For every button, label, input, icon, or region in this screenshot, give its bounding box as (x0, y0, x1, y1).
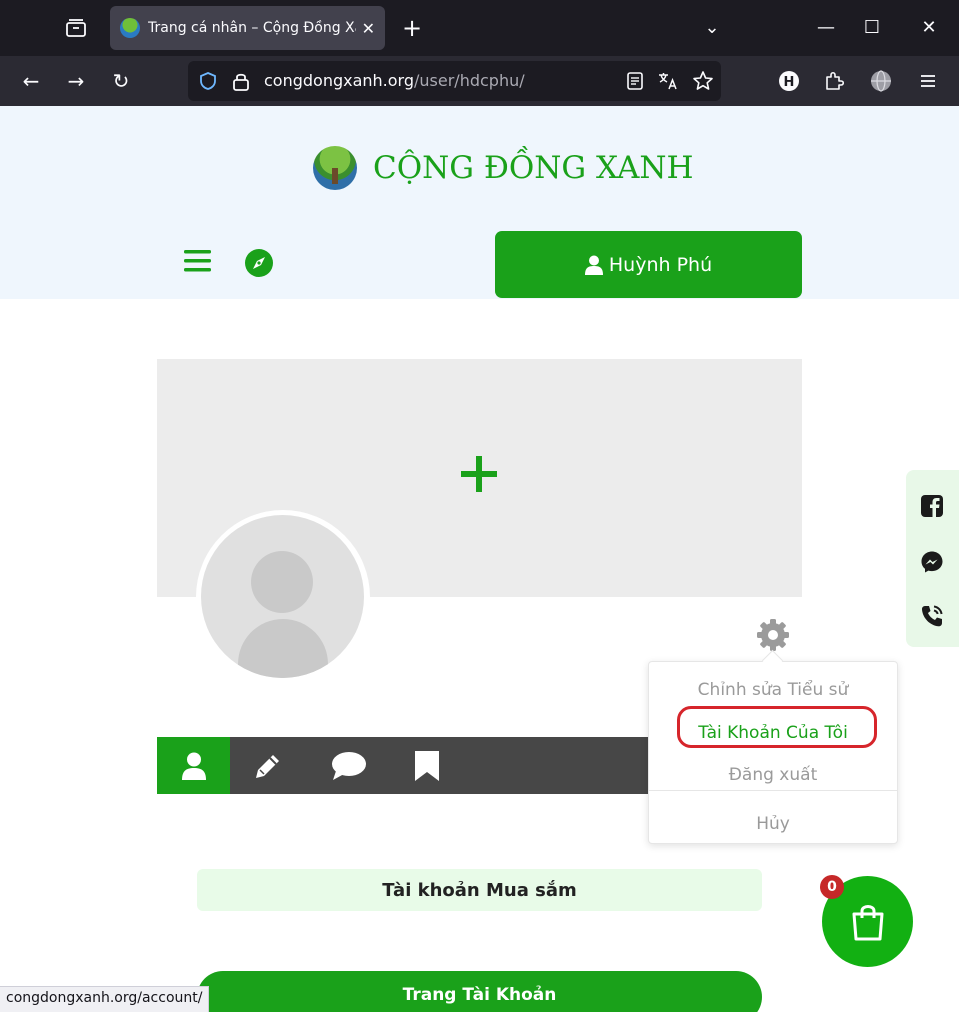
cancel-menu-item[interactable]: Hủy (649, 814, 897, 834)
reload-button[interactable]: ↻ (105, 65, 137, 97)
account-page-button[interactable]: Trang Tài Khoản (197, 971, 762, 1012)
close-window-button[interactable]: ✕ (913, 12, 945, 44)
profile-h-icon[interactable]: H (777, 69, 801, 93)
user-icon (181, 752, 206, 780)
tab-comments[interactable] (312, 737, 385, 794)
social-contact-bar (906, 470, 959, 647)
avatar-placeholder-head (251, 551, 313, 613)
comment-icon (331, 751, 366, 780)
bookmark-star-icon[interactable] (692, 70, 714, 92)
avatar-placeholder-body (238, 619, 328, 678)
back-button[interactable]: ← (15, 65, 47, 97)
settings-gear-icon[interactable] (756, 618, 790, 652)
extensions-puzzle-icon[interactable] (822, 69, 846, 93)
logout-menu-item[interactable]: Đăng xuất (649, 765, 897, 785)
site-favicon-icon (120, 18, 140, 38)
edit-bio-menu-item[interactable]: Chỉnh sửa Tiểu sử (649, 680, 897, 700)
site-header: CỘNG ĐỒNG XANH Huỳnh Phú (0, 106, 959, 299)
user-button-label: Huỳnh Phú (608, 253, 713, 276)
bookmark-icon (414, 750, 439, 781)
site-logo[interactable]: CỘNG ĐỒNG XANH (313, 146, 694, 190)
close-tab-icon[interactable]: ✕ (362, 19, 375, 38)
tab-list-button[interactable] (56, 8, 96, 48)
add-cover-plus-icon[interactable] (460, 455, 498, 493)
facebook-icon[interactable] (920, 494, 944, 518)
reader-view-icon[interactable] (624, 70, 646, 92)
menu-divider (649, 790, 897, 791)
tab-title: Trang cá nhân – Cộng Đồng Xanh (148, 20, 356, 36)
user-account-button[interactable]: Huỳnh Phú (495, 231, 802, 298)
user-icon (584, 255, 603, 275)
shopping-bag-icon (852, 904, 883, 940)
settings-dropdown-menu: Chỉnh sửa Tiểu sử Tài Khoản Của Tôi Đăng… (648, 661, 898, 844)
translate-icon[interactable] (657, 70, 679, 92)
phone-call-icon[interactable] (920, 604, 944, 628)
messenger-icon[interactable] (920, 550, 944, 574)
shopping-account-heading: Tài khoản Mua sắm (197, 869, 762, 911)
new-tab-button[interactable]: + (396, 12, 428, 44)
avatar[interactable] (201, 515, 364, 678)
url-domain: congdongxanh.org (264, 71, 415, 90)
browser-tab-bar: Trang cá nhân – Cộng Đồng Xanh ✕ + ⌄ — ☐… (0, 0, 959, 56)
tree-logo-icon (313, 146, 357, 190)
app-menu-icon[interactable] (916, 69, 940, 93)
forward-button[interactable]: → (60, 65, 92, 97)
site-logo-text: CỘNG ĐỒNG XANH (373, 150, 694, 186)
cart-count-badge: 0 (820, 875, 844, 899)
tracking-protection-shield-icon[interactable] (198, 71, 218, 91)
tab-bookmarks[interactable] (390, 737, 463, 794)
tab-profile[interactable] (157, 737, 230, 794)
minimize-window-button[interactable]: — (810, 12, 842, 44)
web-page: CỘNG ĐỒNG XANH Huỳnh Phú Chỉnh sửa Tiểu … (0, 106, 959, 1012)
compass-icon[interactable] (244, 248, 274, 278)
status-bar-link-url: congdongxanh.org/account/ (0, 986, 210, 1012)
address-bar[interactable]: congdongxanh.org/user/hdcphu/ (188, 61, 721, 101)
active-tab[interactable]: Trang cá nhân – Cộng Đồng Xanh ✕ (110, 6, 385, 50)
url-path: /user/hdcphu/ (414, 71, 525, 90)
highlight-annotation (677, 706, 877, 748)
lock-icon[interactable] (232, 71, 250, 91)
pencil-icon (255, 754, 279, 778)
tab-edit[interactable] (231, 737, 304, 794)
maximize-window-button[interactable]: ☐ (856, 12, 888, 44)
globe-extension-icon[interactable] (869, 69, 893, 93)
browser-nav-bar: ← → ↻ congdongxanh.org/user/hdcphu/ H (0, 56, 959, 106)
profile-initial: H (784, 75, 795, 90)
list-all-tabs-icon[interactable]: ⌄ (696, 12, 728, 44)
hamburger-menu-icon[interactable] (184, 249, 212, 273)
tab-manager-icon (66, 19, 86, 37)
url-text[interactable]: congdongxanh.org/user/hdcphu/ (264, 71, 525, 90)
